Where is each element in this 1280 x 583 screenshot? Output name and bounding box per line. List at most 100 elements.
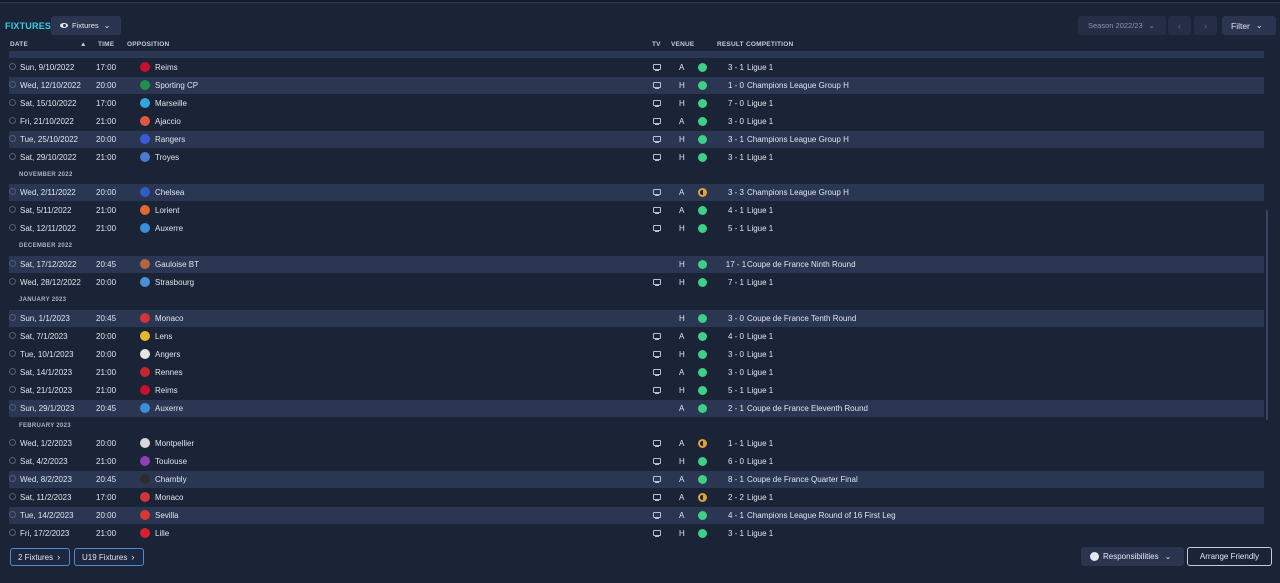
filter-button[interactable]: Filter ⌄ (1222, 16, 1276, 35)
row-select-checkbox[interactable] (9, 260, 16, 267)
season-selector[interactable]: Season 2022/23 ⌄ (1078, 16, 1166, 35)
col-tv[interactable]: TV (652, 41, 661, 48)
table-row[interactable]: Sun, 9/10/2022 17:00 Reims A 3 - 1 Ligue 1 (9, 59, 1264, 76)
opposition-name[interactable]: Troyes (155, 153, 179, 162)
table-row[interactable]: Sat, 12/11/2022 21:00 Auxerre H 5 - 1 Ligue 1 (9, 220, 1264, 237)
fixture-competition[interactable]: Ligue 1 (747, 278, 773, 287)
opposition-name[interactable]: Chelsea (155, 188, 184, 197)
opposition-name[interactable]: Monaco (155, 314, 183, 323)
opposition-name[interactable]: Auxerre (155, 224, 183, 233)
table-row[interactable]: Sat, 17/12/2022 20:45 Gauloise BT H 17 - 1 Co… (9, 256, 1264, 273)
row-select-checkbox[interactable] (9, 206, 16, 213)
table-row[interactable]: Tue, 14/2/2023 20:00 Sevilla A 4 - 1 Champion… (9, 507, 1264, 524)
opposition-name[interactable]: Sevilla (155, 511, 179, 520)
fixture-competition[interactable]: Ligue 1 (747, 439, 773, 448)
fixture-competition[interactable]: Coupe de France Tenth Round (747, 314, 856, 323)
col-competition[interactable]: COMPETITION (746, 41, 793, 48)
table-row[interactable]: Sun, 29/1/2023 20:45 Auxerre A 2 - 1 Coupe de… (9, 400, 1264, 417)
fixture-competition[interactable]: Ligue 1 (747, 529, 773, 538)
row-select-checkbox[interactable] (9, 511, 16, 518)
row-select-checkbox[interactable] (9, 493, 16, 500)
fixture-competition[interactable]: Ligue 1 (747, 224, 773, 233)
table-row[interactable]: Sun, 1/1/2023 20:45 Monaco H 3 - 0 Coupe de F… (9, 310, 1264, 327)
table-row[interactable]: Wed, 12/10/2022 20:00 Sporting CP H 1 - 0 Cha… (9, 77, 1264, 94)
col-time[interactable]: TIME (98, 41, 114, 48)
row-select-checkbox[interactable] (9, 63, 16, 70)
table-row[interactable]: Wed, 1/2/2023 20:00 Montpellier A 1 - 1 Ligue… (9, 435, 1264, 452)
row-select-checkbox[interactable] (9, 439, 16, 446)
row-select-checkbox[interactable] (9, 475, 16, 482)
col-venue[interactable]: VENUE (671, 41, 694, 48)
previous-season-button[interactable]: ‹ (1168, 16, 1191, 35)
row-select-checkbox[interactable] (9, 153, 16, 160)
row-select-checkbox[interactable] (9, 135, 16, 142)
col-date[interactable]: DATE (10, 41, 28, 48)
fixture-competition[interactable]: Ligue 1 (747, 386, 773, 395)
opposition-name[interactable]: Lille (155, 529, 169, 538)
table-row[interactable]: Sat, 5/11/2022 21:00 Lorient A 4 - 1 Ligue 1 (9, 202, 1264, 219)
view-selector-button[interactable]: Fixtures ⌄ (51, 16, 121, 35)
fixture-competition[interactable]: Champions League Group H (747, 81, 849, 90)
opposition-name[interactable]: Reims (155, 386, 178, 395)
opposition-name[interactable]: Gauloise BT (155, 260, 199, 269)
row-select-checkbox[interactable] (9, 99, 16, 106)
table-row[interactable]: Sat, 11/2/2023 17:00 Monaco A 2 - 2 Ligue 1 (9, 489, 1264, 506)
fixture-competition[interactable]: Champions League Round of 16 First Leg (747, 511, 896, 520)
row-select-checkbox[interactable] (9, 404, 16, 411)
opposition-name[interactable]: Toulouse (155, 457, 187, 466)
responsibilities-button[interactable]: Responsibilities ⌄ (1081, 547, 1184, 566)
row-select-checkbox[interactable] (9, 224, 16, 231)
table-row[interactable] (9, 51, 1264, 58)
col-result[interactable]: RESULT (717, 41, 744, 48)
fixture-competition[interactable]: Ligue 1 (747, 457, 773, 466)
row-select-checkbox[interactable] (9, 368, 16, 375)
table-row[interactable]: Sat, 4/2/2023 21:00 Toulouse H 6 - 0 Ligue 1 (9, 453, 1264, 470)
table-row[interactable]: Sat, 29/10/2022 21:00 Troyes H 3 - 1 Ligue 1 (9, 149, 1264, 166)
opposition-name[interactable]: Lorient (155, 206, 179, 215)
fixture-competition[interactable]: Ligue 1 (747, 350, 773, 359)
table-row[interactable]: Sat, 21/1/2023 21:00 Reims H 5 - 1 Ligue 1 (9, 382, 1264, 399)
row-select-checkbox[interactable] (9, 188, 16, 195)
row-select-checkbox[interactable] (9, 81, 16, 88)
row-select-checkbox[interactable] (9, 117, 16, 124)
row-select-checkbox[interactable] (9, 386, 16, 393)
fixture-competition[interactable]: Coupe de France Quarter Final (747, 475, 858, 484)
opposition-name[interactable]: Monaco (155, 493, 183, 502)
scrollbar[interactable] (1266, 210, 1268, 420)
fixture-competition[interactable]: Ligue 1 (747, 332, 773, 341)
table-row[interactable]: Wed, 8/2/2023 20:45 Chambly A 8 - 1 Coupe de … (9, 471, 1264, 488)
opposition-name[interactable]: Chambly (155, 475, 187, 484)
fixture-competition[interactable]: Ligue 1 (747, 368, 773, 377)
table-row[interactable]: Tue, 25/10/2022 20:00 Rangers H 3 - 1 Champio… (9, 131, 1264, 148)
fixture-competition[interactable]: Ligue 1 (747, 99, 773, 108)
fixtures-list[interactable]: Sun, 9/10/2022 17:00 Reims A 3 - 1 Ligue 1 We… (0, 51, 1280, 544)
opposition-name[interactable]: Strasbourg (155, 278, 194, 287)
row-select-checkbox[interactable] (9, 529, 16, 536)
opposition-name[interactable]: Sporting CP (155, 81, 198, 90)
row-select-checkbox[interactable] (9, 314, 16, 321)
fixture-competition[interactable]: Champions League Group H (747, 188, 849, 197)
table-row[interactable]: Tue, 10/1/2023 20:00 Angers H 3 - 0 Ligue 1 (9, 346, 1264, 363)
table-row[interactable]: Sat, 14/1/2023 21:00 Rennes A 3 - 0 Ligue 1 (9, 364, 1264, 381)
u19-fixtures-button[interactable]: U19 Fixtures › (74, 548, 144, 566)
senior-fixtures-button[interactable]: 2 Fixtures › (10, 548, 70, 566)
col-opposition[interactable]: OPPOSITION (127, 41, 169, 48)
fixture-competition[interactable]: Ligue 1 (747, 63, 773, 72)
row-select-checkbox[interactable] (9, 278, 16, 285)
opposition-name[interactable]: Montpellier (155, 439, 194, 448)
fixture-competition[interactable]: Ligue 1 (747, 153, 773, 162)
opposition-name[interactable]: Reims (155, 63, 178, 72)
opposition-name[interactable]: Rangers (155, 135, 185, 144)
opposition-name[interactable]: Angers (155, 350, 180, 359)
fixture-competition[interactable]: Coupe de France Ninth Round (747, 260, 856, 269)
opposition-name[interactable]: Marseille (155, 99, 187, 108)
fixture-competition[interactable]: Champions League Group H (747, 135, 849, 144)
sort-asc-icon[interactable]: ▲ (80, 41, 87, 48)
opposition-name[interactable]: Auxerre (155, 404, 183, 413)
opposition-name[interactable]: Ajaccio (155, 117, 181, 126)
table-row[interactable]: Wed, 28/12/2022 20:00 Strasbourg H 7 - 1 Ligu… (9, 274, 1264, 291)
opposition-name[interactable]: Lens (155, 332, 172, 341)
table-row[interactable]: Fri, 21/10/2022 21:00 Ajaccio A 3 - 0 Ligue 1 (9, 113, 1264, 130)
fixture-competition[interactable]: Ligue 1 (747, 117, 773, 126)
fixture-competition[interactable]: Coupe de France Eleventh Round (747, 404, 868, 413)
